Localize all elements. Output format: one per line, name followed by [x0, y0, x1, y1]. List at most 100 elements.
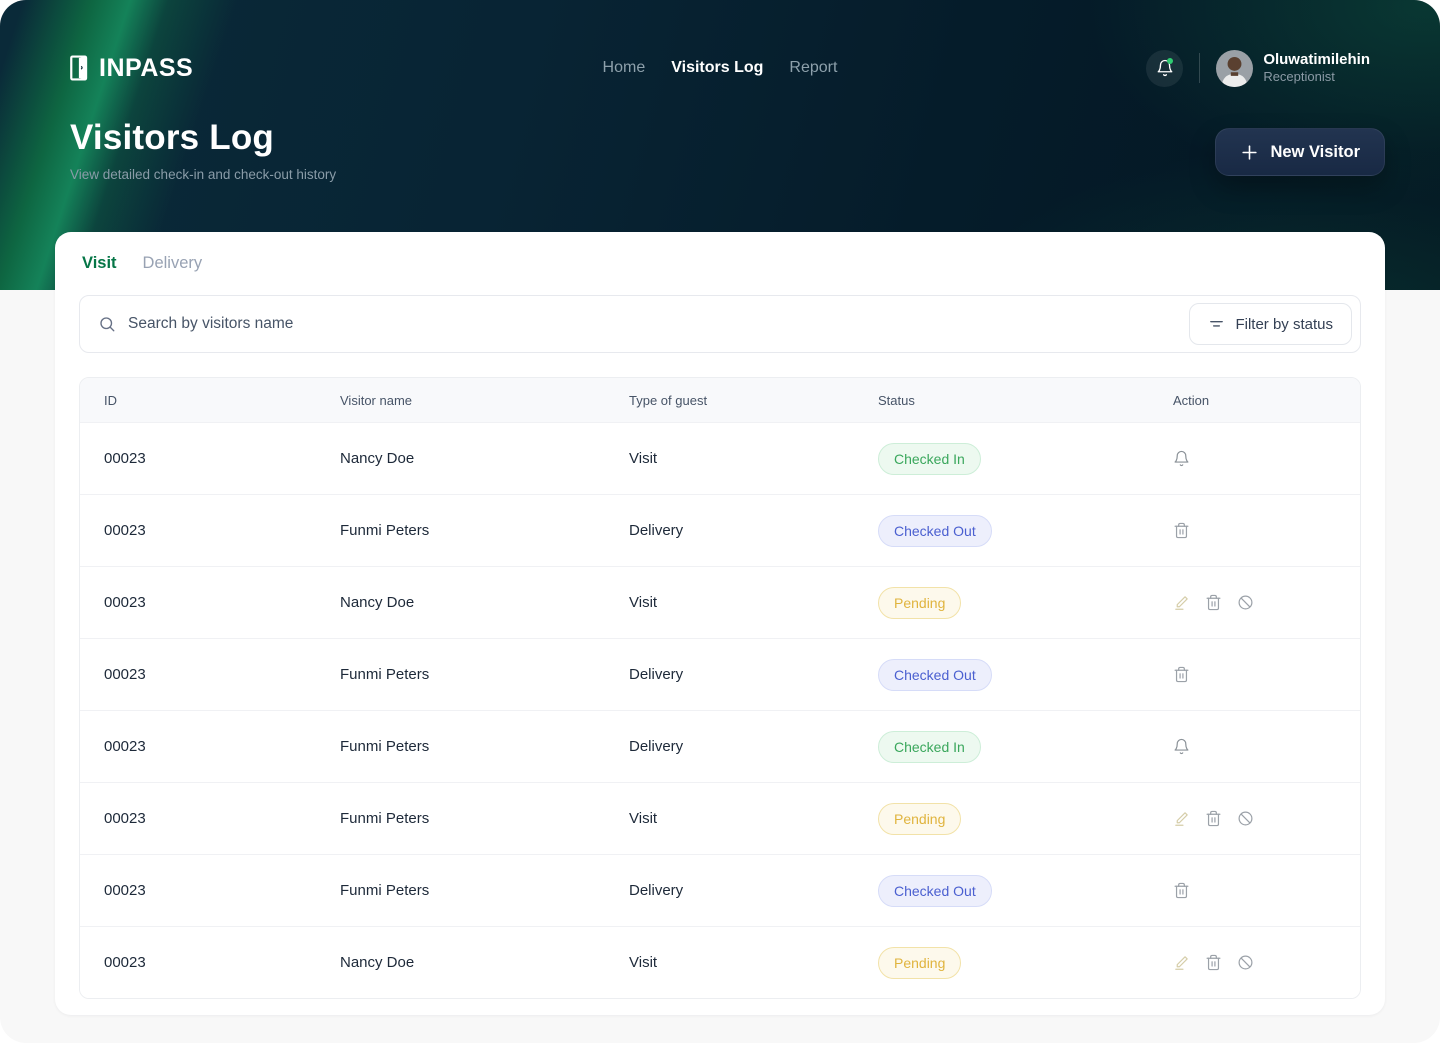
cell-type: Visit: [629, 954, 878, 971]
nav-item-home[interactable]: Home: [603, 59, 646, 77]
cell-status: Pending: [878, 803, 1173, 835]
app-window: INPASS Home Visitors Log Report: [0, 0, 1440, 1043]
page-header: Visitors Log View detailed check-in and …: [0, 118, 1440, 182]
notification-dot: [1167, 58, 1173, 64]
cell-actions: [1173, 738, 1360, 755]
cell-status: Checked Out: [878, 659, 1173, 691]
status-badge: Checked Out: [878, 515, 992, 547]
status-badge: Pending: [878, 803, 961, 835]
filter-icon: [1208, 316, 1225, 333]
status-badge: Checked In: [878, 731, 981, 763]
nav-item-visitors-log[interactable]: Visitors Log: [671, 59, 763, 77]
filter-label: Filter by status: [1235, 316, 1333, 333]
tab-delivery[interactable]: Delivery: [143, 254, 203, 273]
status-badge: Pending: [878, 947, 961, 979]
table-row: 00023 Funmi Peters Delivery Checked Out: [80, 854, 1360, 926]
delete-icon[interactable]: [1205, 594, 1222, 611]
visitors-log-card: Visit Delivery Filter by status: [55, 232, 1385, 1015]
table-body: 00023 Nancy Doe Visit Checked In 00023 F…: [80, 422, 1360, 998]
new-visitor-button[interactable]: New Visitor: [1215, 128, 1385, 176]
block-icon[interactable]: [1237, 594, 1254, 611]
cell-actions: [1173, 882, 1360, 899]
cell-visitor-name: Funmi Peters: [340, 738, 629, 755]
cell-status: Checked In: [878, 443, 1173, 475]
table-row: 00023 Funmi Peters Delivery Checked Out: [80, 638, 1360, 710]
cell-actions: [1173, 810, 1360, 827]
bell-icon[interactable]: [1173, 738, 1190, 755]
log-tabs: Visit Delivery: [79, 254, 1361, 273]
search-bar: Filter by status: [79, 295, 1361, 353]
edit-icon[interactable]: [1173, 954, 1190, 971]
table-row: 00023 Nancy Doe Visit Pending: [80, 566, 1360, 638]
filter-by-status-button[interactable]: Filter by status: [1189, 303, 1352, 345]
cell-actions: [1173, 666, 1360, 683]
cell-id: 00023: [104, 882, 340, 899]
visitors-table: ID Visitor name Type of guest Status Act…: [79, 377, 1361, 999]
user-menu[interactable]: Oluwatimilehin Receptionist: [1216, 50, 1370, 87]
column-header-id: ID: [104, 393, 340, 408]
cell-type: Visit: [629, 594, 878, 611]
tab-visit[interactable]: Visit: [82, 254, 117, 273]
column-header-type: Type of guest: [629, 393, 878, 408]
block-icon[interactable]: [1237, 810, 1254, 827]
cell-id: 00023: [104, 450, 340, 467]
cell-type: Visit: [629, 810, 878, 827]
cell-visitor-name: Funmi Peters: [340, 882, 629, 899]
table-row: 00023 Funmi Peters Visit Pending: [80, 782, 1360, 854]
new-visitor-label: New Visitor: [1270, 143, 1360, 162]
table-row: 00023 Nancy Doe Visit Checked In: [80, 422, 1360, 494]
delete-icon[interactable]: [1173, 522, 1190, 539]
edit-icon[interactable]: [1173, 810, 1190, 827]
user-role: Receptionist: [1263, 69, 1370, 86]
cell-id: 00023: [104, 594, 340, 611]
status-badge: Checked Out: [878, 659, 992, 691]
delete-icon[interactable]: [1205, 810, 1222, 827]
cell-visitor-name: Nancy Doe: [340, 450, 629, 467]
avatar: [1216, 50, 1253, 87]
cell-type: Delivery: [629, 666, 878, 683]
top-bar-right: Oluwatimilehin Receptionist: [1146, 50, 1370, 87]
cell-status: Pending: [878, 587, 1173, 619]
edit-icon[interactable]: [1173, 594, 1190, 611]
column-header-visitor-name: Visitor name: [340, 393, 629, 408]
plus-icon: [1240, 143, 1259, 162]
cell-type: Delivery: [629, 522, 878, 539]
table-row: 00023 Nancy Doe Visit Pending: [80, 926, 1360, 998]
cell-visitor-name: Nancy Doe: [340, 594, 629, 611]
table-row: 00023 Funmi Peters Delivery Checked Out: [80, 494, 1360, 566]
cell-visitor-name: Funmi Peters: [340, 522, 629, 539]
block-icon[interactable]: [1237, 954, 1254, 971]
cell-id: 00023: [104, 954, 340, 971]
table-header-row: ID Visitor name Type of guest Status Act…: [80, 378, 1360, 422]
cell-type: Delivery: [629, 738, 878, 755]
divider: [1199, 53, 1200, 83]
cell-status: Checked Out: [878, 875, 1173, 907]
cell-actions: [1173, 594, 1360, 611]
page-subtitle: View detailed check-in and check-out his…: [70, 167, 336, 182]
cell-visitor-name: Funmi Peters: [340, 666, 629, 683]
cell-id: 00023: [104, 522, 340, 539]
cell-visitor-name: Nancy Doe: [340, 954, 629, 971]
notifications-button[interactable]: [1146, 50, 1183, 87]
bell-icon[interactable]: [1173, 450, 1190, 467]
cell-id: 00023: [104, 810, 340, 827]
delete-icon[interactable]: [1205, 954, 1222, 971]
cell-type: Delivery: [629, 882, 878, 899]
cell-actions: [1173, 954, 1360, 971]
status-badge: Pending: [878, 587, 961, 619]
search-icon: [98, 315, 116, 333]
cell-status: Pending: [878, 947, 1173, 979]
delete-icon[interactable]: [1173, 666, 1190, 683]
cell-id: 00023: [104, 666, 340, 683]
cell-status: Checked Out: [878, 515, 1173, 547]
cell-status: Checked In: [878, 731, 1173, 763]
nav-item-report[interactable]: Report: [789, 59, 837, 77]
cell-id: 00023: [104, 738, 340, 755]
column-header-action: Action: [1173, 393, 1360, 408]
delete-icon[interactable]: [1173, 882, 1190, 899]
search-input[interactable]: [128, 315, 1189, 333]
cell-visitor-name: Funmi Peters: [340, 810, 629, 827]
user-name: Oluwatimilehin: [1263, 50, 1370, 70]
page-title: Visitors Log: [70, 118, 336, 158]
status-badge: Checked In: [878, 443, 981, 475]
